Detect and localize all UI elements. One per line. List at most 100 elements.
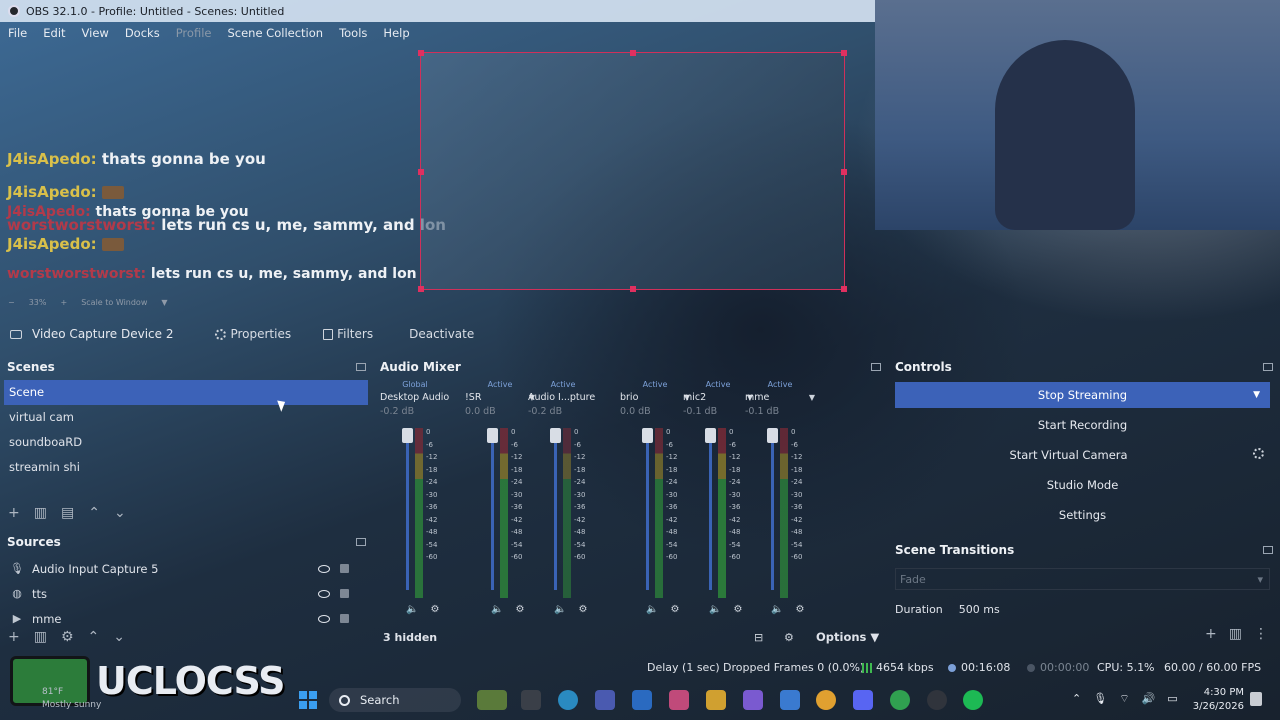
start-virtual-camera-button[interactable]: Start Virtual Camera: [895, 442, 1242, 468]
speaker-icon[interactable]: 🔈: [771, 604, 783, 615]
dock-popout-icon[interactable]: [356, 363, 366, 371]
lock-icon[interactable]: [340, 564, 349, 573]
store-icon[interactable]: [632, 690, 652, 710]
channel-settings-icon[interactable]: ⚙: [670, 604, 679, 615]
app-icon[interactable]: [780, 690, 800, 710]
obs-taskbar-icon[interactable]: [927, 690, 947, 710]
teams-icon[interactable]: [595, 690, 615, 710]
volume-slider-handle[interactable]: [550, 428, 561, 443]
move-down-icon[interactable]: ⌄: [114, 505, 126, 521]
copilot-icon[interactable]: [743, 690, 763, 710]
resize-handle[interactable]: [841, 286, 847, 292]
notification-icon[interactable]: [1250, 692, 1262, 706]
settings-button[interactable]: Settings: [895, 502, 1270, 528]
chevron-up-icon[interactable]: ⌃: [1072, 692, 1081, 706]
advanced-audio-icon[interactable]: ⚙: [784, 631, 794, 644]
source-item[interactable]: ◍ tts: [4, 581, 368, 606]
menu-view[interactable]: View: [74, 26, 117, 40]
mixer-options-button[interactable]: Options ▼: [816, 630, 879, 644]
layout-icon[interactable]: ⊟: [754, 631, 763, 644]
resize-handle[interactable]: [418, 50, 424, 56]
properties-button[interactable]: Properties: [215, 327, 291, 341]
resize-handle[interactable]: [630, 286, 636, 292]
speaker-icon[interactable]: 🔈: [646, 604, 658, 615]
visibility-eye-icon[interactable]: [318, 564, 330, 573]
speaker-icon[interactable]: 🔈: [491, 604, 503, 615]
trash-icon[interactable]: ▥: [1229, 626, 1242, 642]
move-up-icon[interactable]: ⌃: [88, 505, 100, 521]
volume-slider-handle[interactable]: [402, 428, 413, 443]
virtual-camera-settings-icon[interactable]: [1253, 448, 1264, 459]
gear-icon[interactable]: ⚙: [61, 629, 74, 645]
windows-start-icon[interactable]: [299, 691, 317, 709]
scene-item[interactable]: soundboaRD: [4, 430, 368, 455]
channel-name[interactable]: mme ▼: [745, 390, 815, 404]
chrome-profile-icon[interactable]: [890, 690, 910, 710]
volume-slider-handle[interactable]: [705, 428, 716, 443]
start-recording-button[interactable]: Start Recording: [895, 412, 1270, 438]
scene-item[interactable]: virtual cam: [4, 405, 368, 430]
source-item[interactable]: ▶ mme: [4, 606, 368, 631]
chevron-down-icon[interactable]: ▼: [1253, 390, 1260, 400]
battery-icon[interactable]: ▭: [1167, 692, 1177, 706]
discord-icon[interactable]: [853, 690, 873, 710]
channel-settings-icon[interactable]: ⚙: [430, 604, 439, 615]
resize-handle[interactable]: [630, 50, 636, 56]
speaker-icon[interactable]: 🔈: [406, 604, 418, 615]
volume-slider-handle[interactable]: [642, 428, 653, 443]
menu-tools[interactable]: Tools: [331, 26, 375, 40]
menu-file[interactable]: File: [0, 26, 35, 40]
move-down-icon[interactable]: ⌄: [113, 629, 125, 645]
zoom-out-button[interactable]: −: [8, 298, 15, 307]
menu-edit[interactable]: Edit: [35, 26, 73, 40]
visibility-eye-icon[interactable]: [318, 589, 330, 598]
chevron-down-icon[interactable]: ▼: [161, 298, 167, 307]
menu-scene-collection[interactable]: Scene Collection: [219, 26, 331, 40]
filters-button[interactable]: Filters: [323, 327, 373, 341]
channel-settings-icon[interactable]: ⚙: [795, 604, 804, 615]
channel-settings-icon[interactable]: ⚙: [578, 604, 587, 615]
add-scene-icon[interactable]: +: [8, 505, 20, 521]
channel-name[interactable]: mic2 ▼: [683, 390, 753, 404]
speaker-icon[interactable]: 🔈: [554, 604, 566, 615]
scene-item[interactable]: Scene: [4, 380, 368, 405]
resize-handle[interactable]: [418, 169, 424, 175]
resize-handle[interactable]: [418, 286, 424, 292]
visibility-eye-icon[interactable]: [318, 614, 330, 623]
speaker-icon[interactable]: 🔈: [709, 604, 721, 615]
studio-mode-button[interactable]: Studio Mode: [895, 472, 1270, 498]
lock-icon[interactable]: [340, 614, 349, 623]
more-icon[interactable]: ⋮: [1254, 626, 1268, 642]
taskbar-clock[interactable]: 4:30 PM 3/26/2026: [1180, 686, 1244, 714]
edge-browser-icon[interactable]: [558, 690, 578, 710]
source-item[interactable]: 🎙 Audio Input Capture 5: [4, 556, 368, 581]
stop-streaming-button[interactable]: Stop Streaming ▼: [895, 382, 1270, 408]
dock-popout-icon[interactable]: [871, 363, 881, 371]
volume-slider-handle[interactable]: [767, 428, 778, 443]
channel-name[interactable]: brio ▼: [620, 390, 690, 404]
channel-settings-icon[interactable]: ⚙: [515, 604, 524, 615]
instagram-icon[interactable]: [669, 690, 689, 710]
task-view-icon[interactable]: [521, 690, 541, 710]
preview-selected-source[interactable]: [418, 50, 847, 292]
trash-icon[interactable]: ▥: [34, 629, 47, 645]
resize-handle[interactable]: [841, 50, 847, 56]
dock-popout-icon[interactable]: [1263, 546, 1273, 554]
widgets-icon[interactable]: [477, 690, 507, 710]
deactivate-button[interactable]: Deactivate: [409, 327, 474, 341]
channel-name[interactable]: Desktop Audio▼: [380, 390, 450, 404]
transition-select[interactable]: Fade ▾: [895, 568, 1270, 590]
scale-mode-select[interactable]: Scale to Window: [81, 298, 147, 307]
dock-popout-icon[interactable]: [1263, 363, 1273, 371]
taskbar-search[interactable]: Search: [329, 688, 461, 712]
channel-name[interactable]: !SR ▼: [465, 390, 535, 404]
add-source-icon[interactable]: +: [8, 629, 20, 645]
zoom-in-button[interactable]: +: [60, 298, 67, 307]
menu-docks[interactable]: Docks: [117, 26, 168, 40]
weather-widget[interactable]: 81°F Mostly sunny: [10, 686, 101, 712]
dock-popout-icon[interactable]: [356, 538, 366, 546]
volume-slider-handle[interactable]: [487, 428, 498, 443]
channel-name[interactable]: Audio I...pture 5▼: [528, 390, 598, 404]
volume-icon[interactable]: 🔊: [1142, 692, 1156, 706]
filter-icon[interactable]: ▤: [61, 505, 74, 521]
